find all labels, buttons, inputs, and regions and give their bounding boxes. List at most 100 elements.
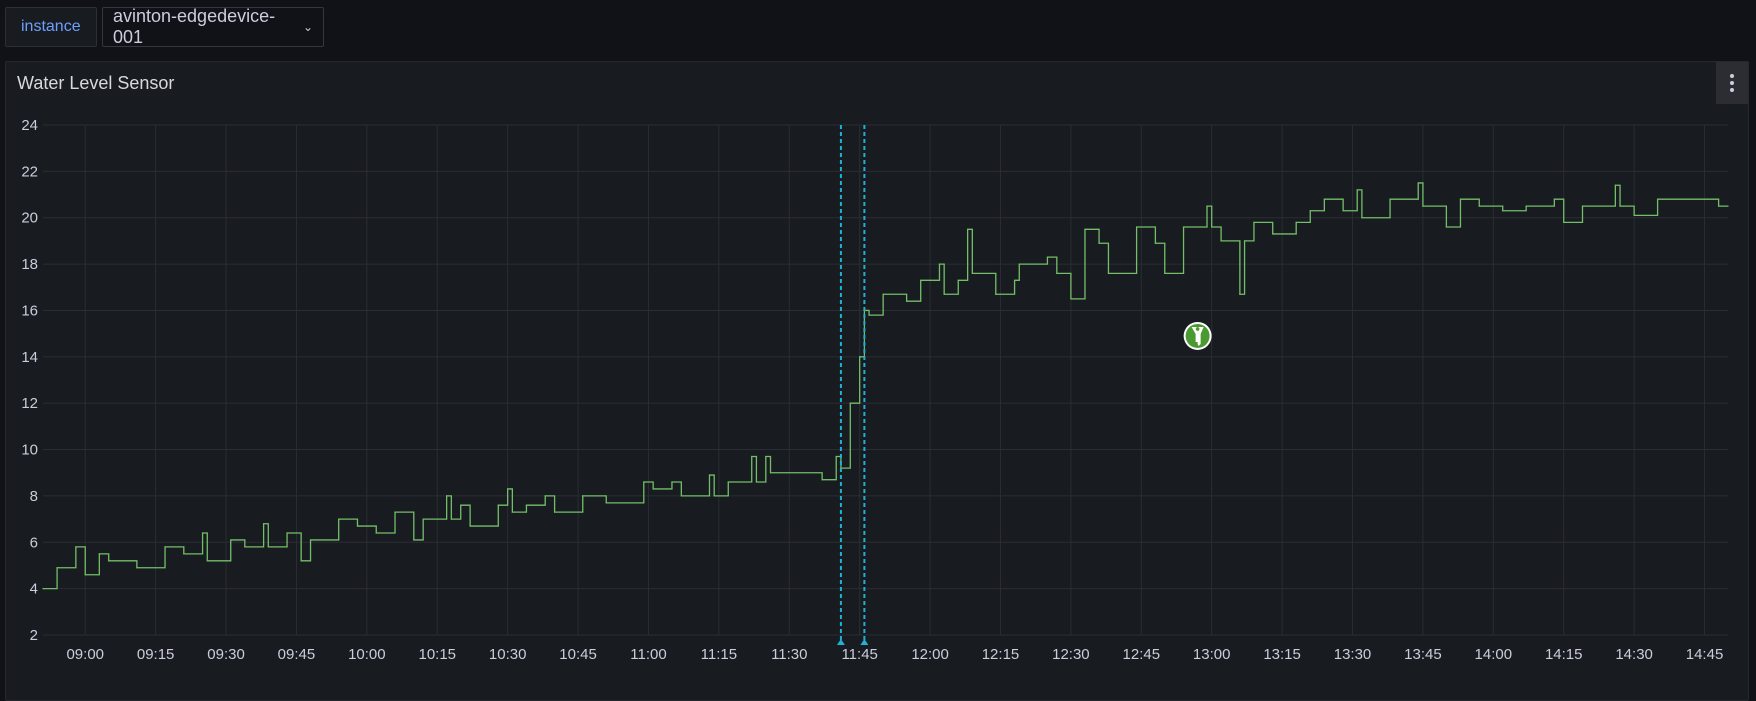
data-point <box>769 472 772 474</box>
y-tick-label: 2 <box>30 627 38 644</box>
data-point <box>1206 205 1208 207</box>
data-point <box>422 518 424 520</box>
data-point <box>244 546 246 548</box>
data-point <box>643 481 645 483</box>
x-tick-label: 14:30 <box>1615 646 1653 663</box>
data-point <box>1445 226 1447 228</box>
data-point <box>582 495 584 497</box>
data-point <box>708 474 711 476</box>
data-point <box>108 560 110 562</box>
data-point <box>460 504 462 506</box>
data-point <box>859 356 861 358</box>
data-point <box>1182 226 1185 228</box>
x-tick-label: 13:30 <box>1334 646 1372 663</box>
data-point <box>755 481 758 483</box>
data-point <box>1656 198 1659 200</box>
x-tick-label: 11:45 <box>841 646 877 663</box>
x-tick-label: 09:00 <box>66 646 104 663</box>
x-tick-label: 12:15 <box>982 646 1020 663</box>
annotation-marker[interactable] <box>860 639 869 645</box>
x-tick-label: 10:45 <box>559 646 597 663</box>
y-tick-label: 18 <box>21 256 38 273</box>
data-point <box>1046 256 1049 258</box>
data-point <box>1478 205 1480 207</box>
x-tick-label: 14:45 <box>1686 646 1724 663</box>
data-point <box>1056 272 1058 274</box>
data-point <box>356 525 359 527</box>
data-point <box>1553 198 1555 200</box>
x-tick-label: 11:00 <box>630 646 666 663</box>
data-point <box>1633 214 1635 217</box>
data-point <box>309 539 312 541</box>
x-tick-label: 12:00 <box>911 646 949 663</box>
data-point <box>183 553 185 555</box>
data-point <box>971 272 973 274</box>
x-tick-label: 10:30 <box>489 646 527 663</box>
data-point <box>1727 205 1729 207</box>
data-point <box>262 523 265 525</box>
x-tick-label: 13:00 <box>1193 646 1231 663</box>
y-tick-label: 16 <box>21 302 38 319</box>
data-point <box>446 495 448 497</box>
data-point <box>507 488 509 490</box>
data-point <box>938 263 941 265</box>
data-point <box>136 567 138 569</box>
data-point <box>821 479 823 481</box>
data-point <box>544 495 546 497</box>
y-tick-label: 6 <box>30 534 38 551</box>
y-tick-label: 12 <box>21 395 38 412</box>
data-point <box>1154 242 1156 244</box>
y-tick-label: 24 <box>21 117 38 134</box>
x-tick-label: 13:45 <box>1404 646 1442 663</box>
data-point <box>1211 226 1213 228</box>
data-point <box>765 455 767 458</box>
y-tick-label: 20 <box>21 210 38 227</box>
data-point <box>394 511 396 513</box>
data-point <box>1070 298 1072 300</box>
data-point <box>868 314 870 316</box>
data-point <box>469 525 471 527</box>
data-point <box>1525 205 1527 207</box>
key-icon <box>1183 321 1212 350</box>
data-point <box>1614 184 1616 186</box>
y-tick-label: 14 <box>21 349 38 366</box>
time-series-chart[interactable]: 2468101214161820222409:00 09:15 09:30 09:45… <box>0 0 1756 679</box>
data-point <box>1309 210 1311 212</box>
data-point <box>1502 210 1504 212</box>
data-point <box>56 567 58 569</box>
x-tick-label: 14:00 <box>1475 646 1513 663</box>
data-point <box>554 511 556 513</box>
x-tick-label: 09:45 <box>278 646 316 663</box>
data-point <box>1295 221 1297 223</box>
data-point <box>413 539 415 541</box>
data-point <box>713 495 715 497</box>
data-point <box>1107 272 1110 274</box>
data-point <box>957 279 959 281</box>
data-point <box>230 539 232 541</box>
data-point <box>1581 205 1584 207</box>
data-point <box>1272 233 1274 235</box>
x-tick-label: 12:45 <box>1123 646 1161 663</box>
data-point <box>267 546 269 548</box>
data-point <box>164 546 166 548</box>
x-tick-label: 09:30 <box>207 646 245 663</box>
y-tick-label: 10 <box>21 442 38 459</box>
data-point <box>1417 182 1419 184</box>
data-point <box>1253 221 1255 223</box>
x-tick-label: 11:15 <box>701 646 737 663</box>
data-point <box>75 546 77 548</box>
data-point <box>338 518 340 520</box>
x-tick-label: 14:15 <box>1545 646 1583 663</box>
x-tick-label: 11:30 <box>771 646 807 663</box>
data-point <box>835 455 837 458</box>
data-point <box>497 504 499 506</box>
data-point <box>1220 240 1222 242</box>
data-point <box>605 502 607 504</box>
x-tick-label: 09:15 <box>137 646 175 663</box>
data-point <box>943 293 945 295</box>
series-line <box>43 182 1728 590</box>
data-point <box>680 495 682 497</box>
annotation-marker[interactable] <box>836 639 845 645</box>
data-point <box>1239 293 1241 295</box>
x-tick-label: 10:15 <box>418 646 456 663</box>
